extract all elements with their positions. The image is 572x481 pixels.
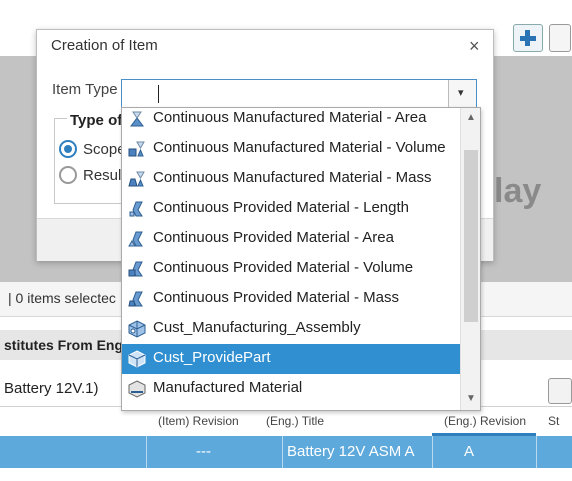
dropdown-option[interactable]: Manufactured Material [122, 374, 460, 404]
dropdown-option[interactable]: Continuous Manufactured Material - Area [122, 108, 460, 134]
dialog-title: Creation of Item [51, 37, 158, 54]
text-caret [158, 85, 159, 103]
dropdown-scrollbar[interactable]: ▲ ▼ [460, 108, 480, 410]
toolbar-button[interactable] [549, 24, 571, 52]
provide-part-icon [128, 350, 146, 368]
column-header-eng-title[interactable]: (Eng.) Title [266, 414, 324, 428]
scroll-thumb[interactable] [464, 150, 478, 322]
panel-title: stitutes From Engi [4, 337, 127, 353]
dropdown-option[interactable]: Continuous Provided Material - Mass [122, 284, 460, 314]
manufactured-material-mass-icon [128, 171, 145, 187]
manufacturing-assembly-icon [128, 320, 146, 338]
manufactured-material-area-icon [130, 111, 144, 127]
scroll-up-icon[interactable]: ▲ [466, 112, 476, 123]
panel-side-button[interactable] [548, 378, 572, 404]
chevron-down-icon: ▾ [458, 87, 464, 99]
add-button[interactable] [513, 24, 543, 52]
scope-radio[interactable] [59, 140, 77, 158]
manufactured-material-volume-icon [128, 141, 145, 157]
dropdown-option[interactable]: Continuous Provided Material - Volume [122, 254, 460, 284]
column-header-eng-revision[interactable]: (Eng.) Revision [444, 414, 526, 428]
cell-eng-title: Battery 12V ASM A [287, 443, 415, 460]
dropdown-option-selected[interactable]: Cust_ProvidePart [122, 344, 460, 374]
scroll-down-icon[interactable]: ▼ [466, 393, 476, 404]
cell-eng-revision: A [464, 443, 475, 460]
table-row[interactable] [0, 436, 572, 468]
result-radio-label[interactable]: Resul [83, 167, 121, 184]
item-type-combobox[interactable]: ▾ [121, 79, 477, 109]
result-radio[interactable] [59, 166, 77, 184]
dropdown-button[interactable]: ▾ [448, 80, 476, 108]
close-icon[interactable]: × [469, 36, 480, 57]
provided-material-area-icon [128, 231, 143, 247]
dropdown-option[interactable]: Continuous Provided Material - Length [122, 194, 460, 224]
cell-item-revision: --- [196, 443, 211, 460]
display-area-label: lay [494, 172, 542, 210]
item-type-label: Item Type [52, 81, 118, 98]
item-type-dropdown-list[interactable]: Continuous Manufactured Material - Area … [121, 107, 481, 411]
manufactured-material-icon [128, 380, 146, 398]
column-header-status[interactable]: St [548, 414, 559, 428]
scope-radio-label[interactable]: Scope [83, 141, 126, 158]
battery-item-label[interactable]: Battery 12V.1) [4, 380, 99, 397]
provided-material-length-icon [129, 201, 143, 217]
dropdown-option[interactable]: Continuous Manufactured Material - Mass [122, 164, 460, 194]
provided-material-mass-icon [128, 291, 143, 307]
group-title: Type of [67, 112, 126, 129]
selection-count: | 0 items selectec [8, 290, 116, 306]
dropdown-option[interactable]: Continuous Provided Material - Area [122, 224, 460, 254]
provided-material-volume-icon [128, 261, 143, 277]
column-header-item-revision[interactable]: (Item) Revision [158, 414, 239, 428]
dropdown-option[interactable]: Cust_Manufacturing_Assembly [122, 314, 460, 344]
dropdown-option[interactable]: Continuous Manufactured Material - Volum… [122, 134, 460, 164]
